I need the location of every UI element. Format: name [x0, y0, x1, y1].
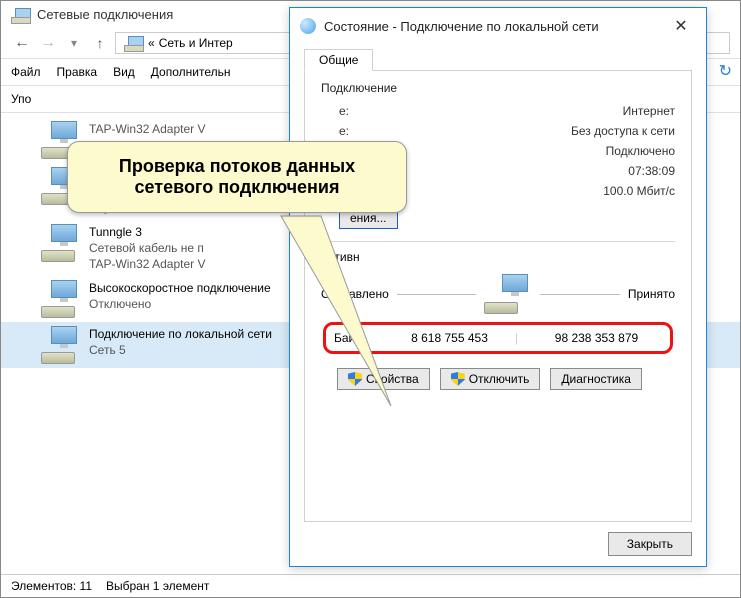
item-name: Tunngle 3: [89, 224, 206, 240]
close-dialog-button[interactable]: Закрыть: [608, 532, 692, 556]
up-button[interactable]: ↑: [89, 32, 111, 54]
row-label: е:: [339, 104, 349, 118]
close-button[interactable]: ✕: [666, 16, 696, 36]
breadcrumb-chevron: «: [148, 36, 155, 50]
row-ipv4: е: Интернет: [321, 101, 675, 121]
network-status-icon: [300, 18, 316, 34]
connection-header: Подключение: [321, 81, 675, 95]
item-name: Подключение по локальной сети: [89, 326, 272, 342]
row-value: Подключено: [606, 144, 675, 158]
row-value: 100.0 Мбит/с: [603, 184, 675, 198]
callout-line1: Проверка потоков данных: [84, 156, 390, 177]
item-name: Высокоскоростное подключение: [89, 280, 271, 296]
connection-icon: [41, 280, 81, 318]
dialog-title-bar: Состояние - Подключение по локальной сет…: [290, 8, 706, 44]
network-connections-icon: [11, 8, 31, 22]
connection-icon: [41, 224, 81, 262]
status-count: Элементов: 11: [11, 579, 92, 593]
item-status: Сетевой кабель не п: [89, 240, 206, 256]
tab-general[interactable]: Общие: [304, 49, 373, 71]
organize-button[interactable]: Упо: [11, 92, 31, 106]
status-bar: Элементов: 11 Выбран 1 элемент: [1, 574, 740, 597]
item-status: Отключено: [89, 296, 271, 312]
item-adapter: TAP-Win32 Adapter V: [89, 121, 206, 137]
row-label: е:: [339, 124, 349, 138]
refresh-button[interactable]: ↻: [719, 61, 732, 81]
window-title: Сетевые подключения: [37, 7, 173, 22]
network-icon: [124, 36, 144, 50]
item-network: Сеть 5: [89, 342, 272, 358]
dialog-title: Состояние - Подключение по локальной сет…: [324, 19, 599, 34]
status-selected: Выбран 1 элемент: [106, 579, 209, 593]
activity-icon: [484, 274, 532, 314]
received-label: Принято: [628, 287, 675, 301]
bytes-received-value: 98 238 353 879: [531, 331, 662, 345]
row-value: Без доступа к сети: [571, 124, 675, 138]
row-value: Интернет: [623, 104, 675, 118]
forward-button[interactable]: →: [37, 32, 59, 54]
menu-view[interactable]: Вид: [113, 65, 135, 79]
menu-file[interactable]: Файл: [11, 65, 41, 79]
back-button[interactable]: ←: [11, 32, 33, 54]
breadcrumb-text: Сеть и Интер: [159, 36, 233, 50]
disable-label: Отключить: [469, 372, 530, 386]
diagnose-label: Диагностика: [561, 372, 631, 386]
row-value: 07:38:09: [628, 164, 675, 178]
menu-extra[interactable]: Дополнительн: [151, 65, 231, 79]
recent-dropdown[interactable]: ▾: [63, 32, 85, 54]
menu-edit[interactable]: Правка: [57, 65, 98, 79]
item-adapter: TAP-Win32 Adapter V: [89, 256, 206, 272]
row-ipv6: е: Без доступа к сети: [321, 121, 675, 141]
connection-icon: [41, 326, 81, 364]
callout-line2: сетевого подключения: [84, 177, 390, 198]
diagnose-button[interactable]: Диагностика: [550, 368, 642, 390]
annotation-callout: Проверка потоков данных сетевого подключ…: [67, 141, 407, 213]
